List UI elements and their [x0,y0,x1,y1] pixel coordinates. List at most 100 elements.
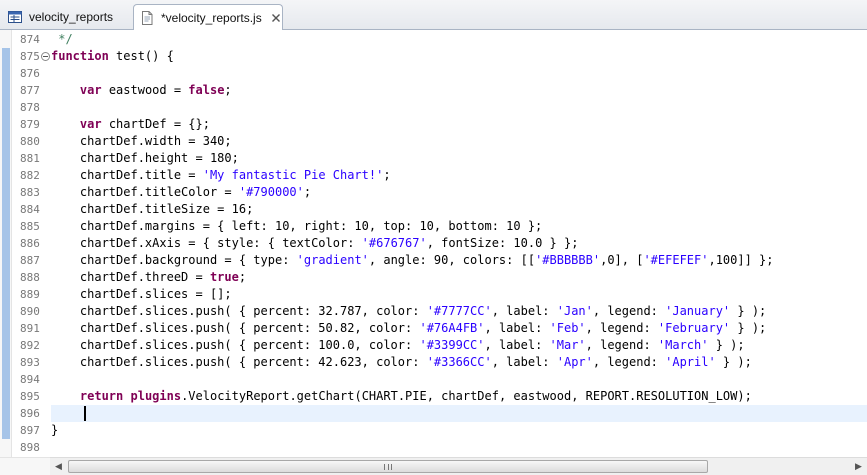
ruler-mark [2,286,10,303]
string-token: '#3366CC' [426,355,492,369]
code-token: chartDef.titleSize = 16; [51,202,254,216]
line-number: 887 [20,254,40,267]
scrollbar-thumb[interactable] [68,460,708,473]
comment-token: */ [51,32,73,46]
gutter-scroll-corner [0,457,50,475]
ruler-mark [2,320,10,337]
line-number: 898 [20,441,40,454]
scroll-right-button[interactable]: ▶ [850,458,867,475]
ruler-mark [2,269,10,286]
horizontal-scrollbar[interactable]: ◀ ▶ [50,457,867,475]
code-line[interactable]: chartDef.width = 340; [51,133,867,150]
editor-tab-bar: velocity_reports *velocity_reports.js [0,0,867,31]
code-line[interactable] [51,65,867,82]
code-token: chartDef.threeD = [51,270,210,284]
code-token: } ); [730,304,767,318]
code-line[interactable]: chartDef.title = 'My fantastic Pie Chart… [51,167,867,184]
line-number: 878 [20,101,40,114]
code-token: , fontSize: 10.0 } }; [426,236,579,250]
code-token: ; [224,83,232,97]
ruler-mark [2,184,10,201]
string-token: 'March' [657,338,709,352]
code-line[interactable]: var eastwood = false; [51,82,867,99]
code-line[interactable]: var chartDef = {}; [51,116,867,133]
tab-velocity-reports-js[interactable]: *velocity_reports.js [133,4,283,31]
code-token: , label: [491,355,557,369]
line-number: 876 [20,67,40,80]
code-editor[interactable]: 874 875 876 877 878 879 880 881 882 883 884 885 886 8… [0,30,867,457]
keyword-token: true [209,270,239,284]
code-line[interactable]: chartDef.height = 180; [51,150,867,167]
ruler-mark [2,218,10,235]
close-icon[interactable] [270,12,282,24]
code-line[interactable]: chartDef.xAxis = { style: { textColor: '… [51,235,867,252]
tab-velocity-reports[interactable]: velocity_reports [2,4,130,30]
code-line[interactable]: } [51,422,867,439]
code-token: ,100]] }; [708,253,774,267]
code-line[interactable]: function test() { [51,48,867,65]
line-number: 886 [20,237,40,250]
string-token: '#76A4FB' [419,321,485,335]
string-token: 'Feb' [549,321,586,335]
string-token: 'Apr' [556,355,593,369]
code-line[interactable] [51,439,867,456]
scroll-left-button[interactable]: ◀ [50,458,67,475]
code-line[interactable]: chartDef.slices.push( { percent: 100.0, … [51,337,867,354]
code-line[interactable]: chartDef.background = { type: 'gradient'… [51,252,867,269]
code-line[interactable]: return plugins.VelocityReport.getChart(C… [51,388,867,405]
line-number: 884 [20,203,40,216]
ruler-mark [2,201,10,218]
ruler-mark [2,116,10,133]
code-token: } ); [715,355,752,369]
code-token: ; [303,185,312,199]
code-line[interactable]: chartDef.threeD = true; [51,269,867,286]
line-number: 882 [20,169,40,182]
tab-label: velocity_reports [29,10,114,24]
code-line[interactable]: chartDef.slices.push( { percent: 42.623,… [51,354,867,371]
line-number: 880 [20,135,40,148]
code-token: chartDef.xAxis = { style: { textColor: [51,236,362,250]
code-line[interactable] [51,371,867,388]
code-token: ; [383,168,391,182]
code-line[interactable] [51,99,867,116]
code-line[interactable]: */ [51,31,867,48]
code-line[interactable]: chartDef.slices.push( { percent: 50.82, … [51,320,867,337]
code-line[interactable]: chartDef.margins = { left: 10, right: 10… [51,218,867,235]
code-token: .VelocityReport.getChart(CHART.PIE, char… [181,389,752,403]
code-line[interactable]: chartDef.titleSize = 16; [51,201,867,218]
string-token: '#3399CC' [419,338,485,352]
line-number: 879 [20,118,40,131]
code-token: , legend: [585,338,658,352]
code-line[interactable]: chartDef.slices = []; [51,286,867,303]
line-number: 896 [20,407,40,420]
keyword-token: function [51,49,109,63]
current-code-line[interactable] [51,405,867,422]
line-number: 894 [20,373,40,386]
line-number-gutter: 874 875 876 877 878 879 880 881 882 883 884 885 886 8… [12,30,50,457]
line-number: 897 [20,424,40,437]
code-token: , label: [491,304,557,318]
code-token: chartDef.slices.push( { percent: 42.623,… [51,355,427,369]
string-token: 'Jan' [556,304,593,318]
ruler-mark [2,303,10,320]
code-token: chartDef = {}; [101,117,210,131]
ruler-mark [2,150,10,167]
text-caret [84,406,86,421]
keyword-token: var [79,117,102,131]
string-token: '#7777CC' [426,304,492,318]
ruler-mark [2,133,10,150]
code-token: chartDef.slices.push( { percent: 32.787,… [51,304,427,318]
code-line[interactable]: chartDef.titleColor = '#790000'; [51,184,867,201]
fold-collapse-icon[interactable] [41,52,50,61]
code-token: chartDef.margins = { left: 10, right: 10… [51,219,543,233]
keyword-token: var [79,83,102,97]
code-token: chartDef.slices = []; [51,287,232,301]
tab-label: *velocity_reports.js [161,11,262,25]
line-number: 883 [20,186,40,199]
code-area[interactable]: */ function test() { var eastwood = false… [51,30,867,457]
line-number: 888 [20,271,40,284]
js-file-icon [139,10,155,26]
code-line[interactable]: chartDef.slices.push( { percent: 32.787,… [51,303,867,320]
